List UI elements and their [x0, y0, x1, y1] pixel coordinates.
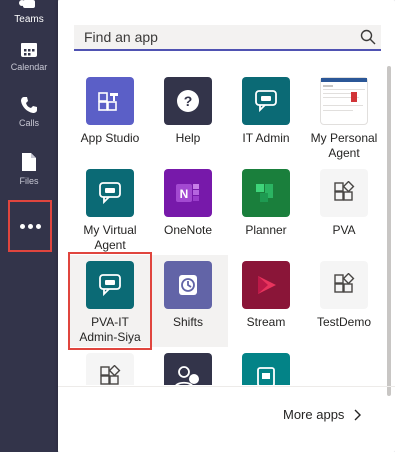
app-tile-stream[interactable]: Stream: [226, 255, 306, 347]
svg-text:N: N: [180, 187, 189, 201]
app-tile-label: My Virtual Agent: [83, 223, 137, 252]
app-tile-shifts[interactable]: Shifts: [148, 255, 228, 347]
phone-icon: [21, 97, 37, 113]
search-icon[interactable]: [355, 24, 381, 50]
more-apps-label: More apps: [283, 407, 345, 422]
app-tile-label: Stream: [246, 315, 286, 329]
app-tile-my-personal-agent[interactable]: My Personal Agent: [304, 71, 382, 163]
svg-text:?: ?: [184, 93, 193, 109]
app-placeholder-icon: [320, 169, 368, 217]
people-icon: [164, 353, 212, 385]
app-tile-label: IT Admin: [242, 131, 290, 145]
app-tile-pva[interactable]: PVA: [304, 163, 382, 255]
app-tile-label: OneNote: [163, 223, 213, 237]
search-input[interactable]: [74, 25, 355, 49]
chat-bot-icon: [242, 77, 290, 125]
app-tile-label: Planner: [245, 223, 287, 237]
forms-icon: [242, 353, 290, 385]
app-tile-label: My Personal Agent: [310, 131, 378, 160]
footer-divider: [58, 386, 395, 387]
stream-icon: [242, 261, 290, 309]
app-placeholder-icon: [320, 261, 368, 309]
app-tile-label: TestDemo: [316, 315, 372, 329]
rail-item-label: Teams: [14, 14, 44, 25]
app-tile-my-virtual-agent[interactable]: My Virtual Agent: [70, 163, 150, 255]
scrollbar[interactable]: [387, 66, 391, 396]
app-tile-label: Help: [175, 131, 201, 145]
chevron-right-icon: [354, 409, 362, 420]
more-apps-link[interactable]: More apps: [283, 407, 362, 422]
app-tile-label: PVA: [332, 223, 356, 237]
rail-item-calendar[interactable]: Calendar: [0, 40, 58, 80]
app-tile-testdemo[interactable]: TestDemo: [304, 255, 382, 347]
file-icon: [22, 153, 36, 171]
app-tile-it-admin[interactable]: IT Admin: [226, 71, 306, 163]
app-tile-row4-3[interactable]: [226, 347, 306, 385]
teams-icon: [19, 0, 35, 8]
app-tile-label: App Studio: [80, 131, 140, 145]
planner-icon: [242, 169, 290, 217]
app-tile-row4-1[interactable]: [70, 347, 150, 385]
onenote-icon: N: [164, 169, 212, 217]
highlight-frame: [68, 252, 152, 350]
rail-item-files[interactable]: Files: [0, 152, 58, 192]
calendar-icon: [21, 43, 37, 57]
apps-flyout: App Studio ? Help IT Admin My Personal A…: [58, 0, 395, 452]
rail-item-label: Calendar: [10, 62, 48, 72]
app-tile-row4-2[interactable]: [148, 347, 228, 385]
rail-item-label: Files: [19, 176, 39, 186]
more-apps-rail-button[interactable]: [8, 200, 52, 252]
app-tile-help[interactable]: ? Help: [148, 71, 228, 163]
app-studio-icon: [86, 77, 134, 125]
personal-agent-thumbnail: [320, 77, 368, 125]
chat-bot-icon: [86, 169, 134, 217]
help-icon: ?: [164, 77, 212, 125]
shifts-icon: [164, 261, 212, 309]
app-tile-app-studio[interactable]: App Studio: [70, 71, 150, 163]
app-placeholder-icon: [86, 353, 134, 385]
rail-item-label: Calls: [18, 118, 39, 128]
rail-item-teams[interactable]: Teams: [0, 0, 58, 30]
ellipsis-icon: [19, 223, 41, 229]
app-tile-planner[interactable]: Planner: [226, 163, 306, 255]
app-tile-label: Shifts: [172, 315, 203, 329]
search-box: [74, 25, 381, 51]
rail-item-calls[interactable]: Calls: [0, 96, 58, 136]
app-tile-onenote[interactable]: N OneNote: [148, 163, 228, 255]
app-rail: Teams Calendar Calls Files: [0, 0, 58, 452]
